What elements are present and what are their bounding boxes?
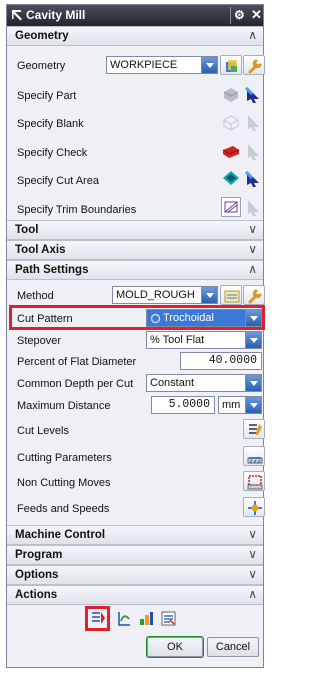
section-program[interactable]: Program ∨ [7,545,263,565]
chevron-down-icon[interactable]: ∨ [248,567,257,581]
chevron-down-icon[interactable] [245,375,261,391]
specify-cut-area-label: Specify Cut Area [17,175,99,187]
part-icon[interactable] [221,84,241,104]
section-path-settings[interactable]: Path Settings ∧ [7,260,263,280]
section-geometry-title: Geometry [15,30,69,42]
select-trim-icon[interactable] [243,197,263,217]
depth-per-cut-value: Constant [150,377,195,389]
specify-trim-label: Specify Trim Boundaries [17,204,137,216]
new-method-button[interactable] [220,285,242,305]
edit-method-button[interactable] [243,285,265,305]
non-cutting-icon [247,475,263,490]
specify-blank-label: Specify Blank [17,118,84,130]
cut-pattern-highlight [9,305,265,330]
title-bar: Cavity Mill ⚙ ✕ [7,5,263,26]
max-distance-label: Maximum Distance [17,400,111,412]
method-combo-value: MOLD_ROUGH [116,289,195,301]
cut-levels-label: Cut Levels [17,425,69,437]
percent-flat-label: Percent of Flat Diameter [17,356,137,368]
max-distance-input[interactable]: 5.0000 [151,396,215,414]
select-cut-area-icon[interactable] [243,168,263,188]
section-actions-title: Actions [15,589,58,601]
cutting-params-label: Cutting Parameters [17,452,112,464]
method-combo[interactable]: MOLD_ROUGH [112,286,218,304]
section-machine-control-title: Machine Control [15,529,106,541]
non-cutting-label: Non Cutting Moves [17,477,111,489]
chevron-down-icon[interactable] [245,332,261,348]
chevron-up-icon[interactable]: ∧ [248,587,257,601]
geometry-combo[interactable]: WORKPIECE [106,56,218,74]
select-check-icon[interactable] [243,141,263,161]
check-icon[interactable] [221,141,241,161]
trim-boundary-icon[interactable] [221,197,241,217]
new-method-icon [224,290,240,303]
cam-window-icon [12,10,22,21]
depth-per-cut-combo[interactable]: Constant [146,374,262,392]
stepover-value: % Tool Flat [150,334,205,346]
replay-icon[interactable] [116,610,133,627]
method-label: Method [17,290,54,302]
cut-levels-icon [249,424,262,435]
new-geometry-button[interactable] [220,55,242,75]
chevron-down-icon[interactable]: ∨ [248,527,257,541]
section-geometry[interactable]: Geometry ∧ [7,26,263,46]
section-tool[interactable]: Tool ∨ [7,220,263,240]
cancel-button[interactable]: Cancel [207,637,259,657]
section-tool-axis[interactable]: Tool Axis ∨ [7,240,263,260]
title-separator [230,7,231,24]
generate-icon[interactable] [90,610,107,627]
select-blank-icon[interactable] [243,112,263,132]
chevron-up-icon[interactable]: ∧ [248,262,257,276]
section-program-title: Program [15,549,63,561]
feeds-speeds-icon [248,501,262,515]
section-actions[interactable]: Actions ∧ [7,585,263,605]
percent-flat-input[interactable]: 40.0000 [180,352,262,370]
non-cutting-button[interactable] [243,471,265,491]
wrench-icon [248,289,262,304]
new-geometry-icon [226,60,237,72]
geometry-combo-value: WORKPIECE [110,59,178,71]
cut-area-icon[interactable] [221,168,241,188]
feeds-speeds-button[interactable] [243,497,265,517]
section-options-title: Options [15,569,59,581]
geometry-label: Geometry [17,60,66,72]
ok-button[interactable]: OK [146,636,204,658]
specify-part-label: Specify Part [17,90,77,102]
cutting-params-button[interactable] [243,446,265,466]
cutting-params-icon [247,457,263,464]
list-icon[interactable] [160,610,177,627]
verify-icon[interactable] [138,610,155,627]
select-part-icon[interactable] [243,84,263,104]
chevron-down-icon[interactable] [245,397,261,413]
section-options[interactable]: Options ∨ [7,565,263,585]
chevron-down-icon[interactable]: ∨ [248,222,257,236]
wrench-icon [248,59,262,74]
chevron-down-icon[interactable] [201,287,217,303]
feeds-speeds-label: Feeds and Speeds [17,503,110,515]
cavity-mill-dialog: Cavity Mill ⚙ ✕ Geometry ∧ Geometry WORK… [6,4,265,668]
chevron-down-icon[interactable]: ∨ [248,242,257,256]
section-machine-control[interactable]: Machine Control ∨ [7,525,263,545]
max-distance-unit-combo[interactable]: mm [218,396,262,414]
max-distance-unit-value: mm [222,399,241,411]
chevron-down-icon[interactable]: ∨ [248,547,257,561]
section-path-settings-title: Path Settings [15,264,89,276]
chevron-up-icon[interactable]: ∧ [248,28,257,42]
depth-per-cut-label: Common Depth per Cut [17,378,134,390]
section-tool-axis-title: Tool Axis [15,244,66,256]
stepover-label: Stepover [17,335,62,347]
cut-levels-button[interactable] [243,419,265,439]
section-tool-title: Tool [15,224,39,236]
chevron-down-icon[interactable] [201,57,217,73]
close-icon[interactable]: ✕ [251,7,262,23]
edit-geometry-button[interactable] [243,55,265,75]
gear-icon[interactable]: ⚙ [234,8,245,22]
window-title: Cavity Mill [26,8,86,22]
blank-icon[interactable] [221,112,241,132]
specify-check-label: Specify Check [17,147,88,159]
stepover-combo[interactable]: % Tool Flat [146,331,262,349]
